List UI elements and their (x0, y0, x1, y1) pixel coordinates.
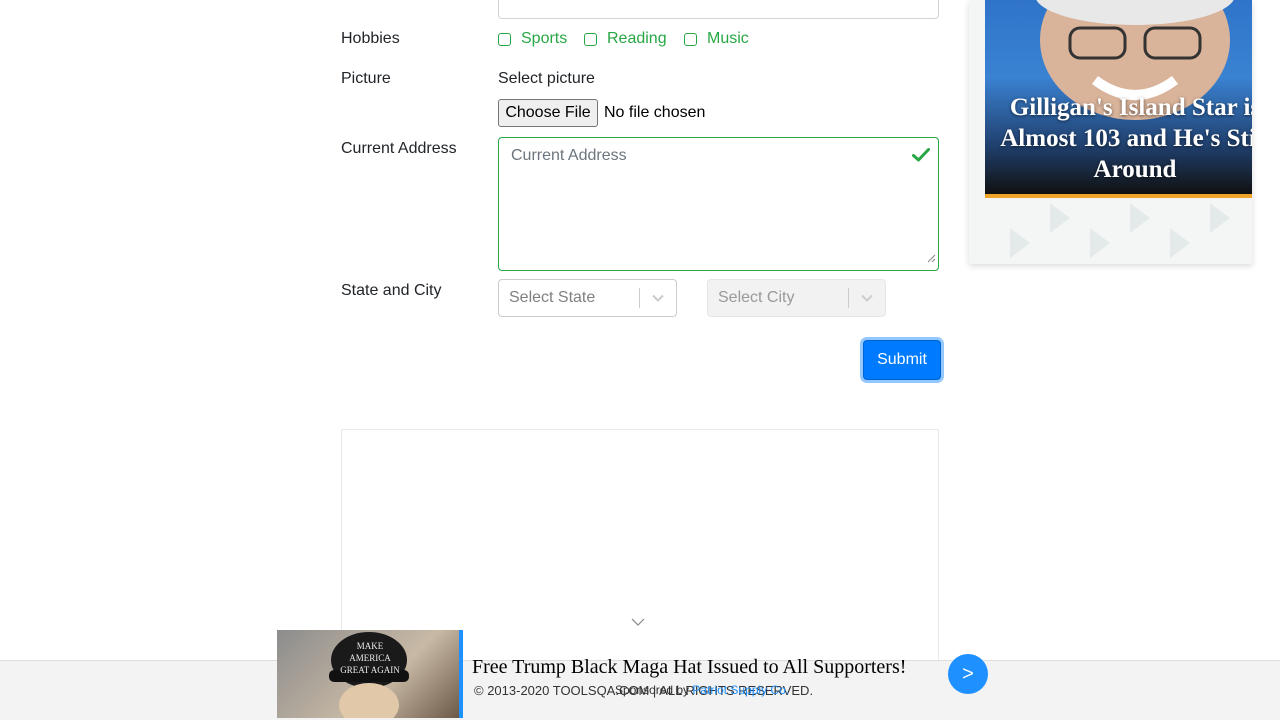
next-ad-button[interactable]: > (948, 654, 988, 694)
city-chevron-down-icon[interactable] (849, 293, 885, 303)
music-label[interactable]: Music (707, 30, 749, 48)
current-address-textarea[interactable]: Current Address (498, 137, 939, 271)
bottom-ad-sponsor: Sponsored by Patriot Supply Co. (615, 683, 789, 697)
side-ad-headline[interactable]: Gilligan's Island Star is Almost 103 and… (985, 92, 1252, 185)
state-placeholder: Select State (509, 289, 596, 306)
hobby-sports-checkbox[interactable]: Sports (498, 29, 567, 49)
reading-checkbox-box[interactable] (584, 32, 597, 46)
file-status-text: No file chosen (604, 104, 706, 121)
hobbies-label: Hobbies (341, 30, 400, 47)
hobby-music-checkbox[interactable]: Music (684, 29, 749, 49)
city-select[interactable]: Select City (707, 279, 886, 317)
bottom-ad-image[interactable]: MAKE AMERICA GREAT AGAIN (277, 630, 463, 718)
city-placeholder: Select City (718, 289, 795, 306)
sponsor-prefix: Sponsored by (615, 683, 693, 697)
side-advertisement[interactable]: Gilligan's Island Star is Almost 103 and… (969, 0, 1252, 264)
valid-check-icon (912, 148, 930, 167)
state-chevron-down-icon[interactable] (640, 293, 676, 303)
bottom-advertisement[interactable]: MAKE AMERICA GREAT AGAIN Free Trump Blac… (277, 630, 977, 720)
reading-label[interactable]: Reading (607, 30, 667, 48)
music-checkbox-box[interactable] (684, 32, 697, 46)
sponsor-link[interactable]: Patriot Supply Co. (692, 683, 789, 697)
resize-handle-icon[interactable] (927, 250, 936, 268)
picture-label: Picture (341, 70, 391, 87)
top-input-field[interactable] (498, 0, 939, 19)
side-ad-pattern (1010, 203, 1230, 258)
bottom-ad-title[interactable]: Free Trump Black Maga Hat Issued to All … (472, 656, 906, 679)
sports-label[interactable]: Sports (521, 30, 567, 48)
sports-checkbox-box[interactable] (498, 32, 511, 46)
select-picture-text: Select picture (498, 70, 595, 87)
submit-button[interactable]: Submit (863, 340, 941, 380)
hat-text: MAKE AMERICA GREAT AGAIN (340, 641, 400, 675)
current-address-placeholder: Current Address (511, 147, 627, 164)
state-select[interactable]: Select State (498, 279, 677, 317)
hobby-reading-checkbox[interactable]: Reading (584, 29, 667, 49)
state-city-label: State and City (341, 282, 442, 299)
choose-file-button[interactable]: Choose File (498, 99, 598, 127)
current-address-label: Current Address (341, 140, 457, 157)
